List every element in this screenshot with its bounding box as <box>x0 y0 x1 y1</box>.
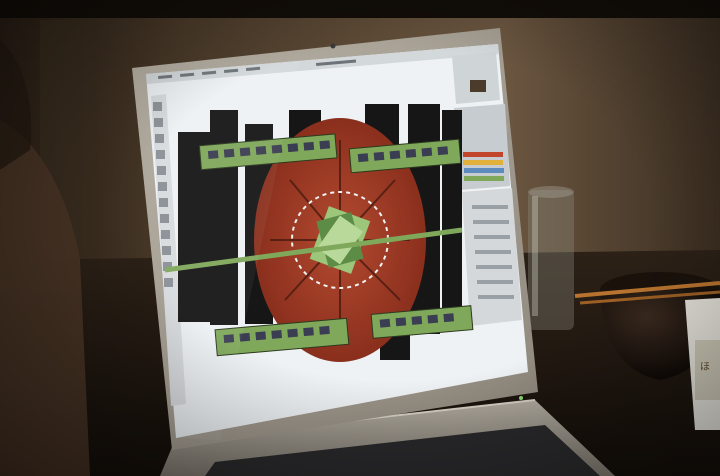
photo-scene: ほ <box>0 0 720 476</box>
power-led <box>519 396 523 400</box>
svg-text:ほ: ほ <box>700 361 710 373</box>
glass <box>528 186 574 330</box>
scene-drawing: ほ <box>0 0 720 476</box>
webcam <box>330 43 336 49</box>
navigator-thumb <box>470 80 486 92</box>
top-bar-shadow <box>0 0 720 18</box>
